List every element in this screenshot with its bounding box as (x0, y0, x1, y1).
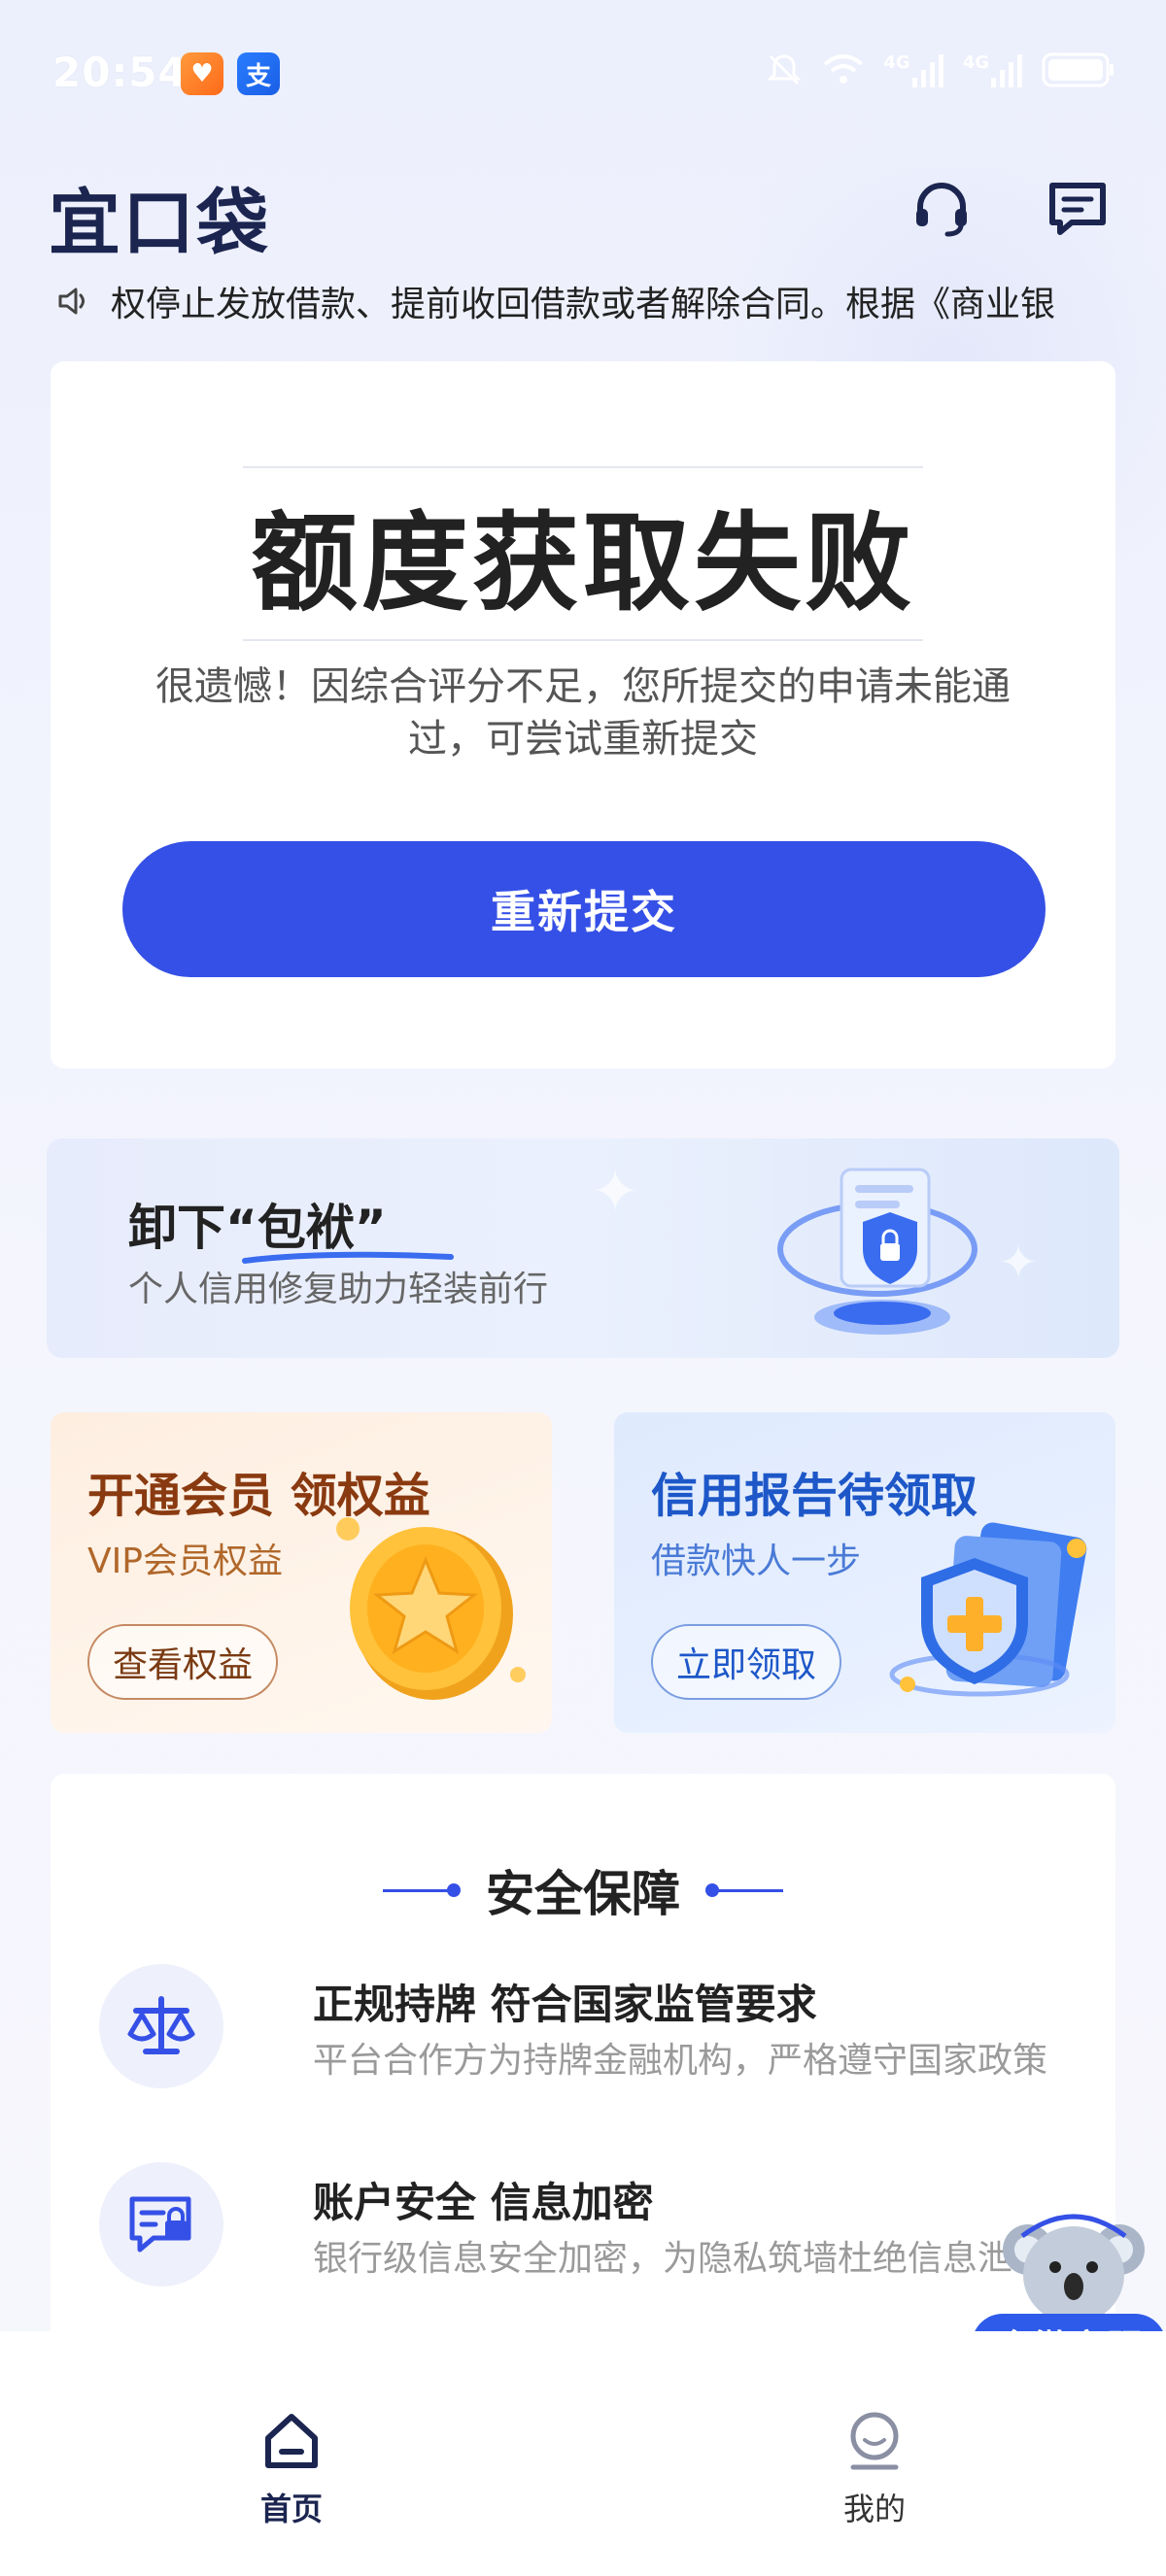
heading-line-right (705, 1882, 783, 1897)
network-label-2: 4G (962, 52, 989, 73)
repair-banner-subtitle: 个人信用修复助力轻装前行 (128, 1270, 549, 1309)
result-title-frame: 额度获取失败 (243, 466, 923, 641)
scale-icon (99, 1964, 223, 2088)
nav-mine-tab[interactable]: 我的 (777, 2409, 972, 2555)
message-icon (1049, 183, 1106, 235)
resubmit-button[interactable]: 重新提交 (122, 841, 1046, 977)
alipay-notification-icon: 支 (237, 52, 280, 95)
security-item: 账户安全 信息加密 银行级信息安全加密，为隐私筑墙杜绝信息泄 (99, 2162, 1110, 2288)
credit-repair-banner[interactable]: ✦ ✦ 卸下“包袱” 个人信用修复助力轻装前行 (47, 1138, 1119, 1358)
security-heading: 安全保障 (51, 1855, 1115, 1925)
app-notification-icon: ♥ (181, 52, 223, 95)
app-header: 宜口袋 (0, 155, 1166, 265)
wifi-icon (824, 54, 864, 84)
heading-line-left (383, 1882, 461, 1897)
result-description: 很遗憾！因综合评分不足，您所提交的申请未能通过，可尝试重新提交 (155, 664, 1011, 762)
network-type-1: 4G (883, 52, 944, 87)
speaker-icon (58, 288, 85, 315)
signal-icon (911, 54, 943, 87)
security-item-title: 账户安全 信息加密 (313, 2179, 654, 2226)
headset-icon (916, 183, 967, 237)
result-title: 额度获取失败 (251, 501, 915, 626)
battery-icon (1042, 52, 1114, 87)
mute-icon (767, 54, 802, 85)
vip-promo-card[interactable]: 开通会员 领权益 VIP会员权益 查看权益 (51, 1412, 552, 1733)
nav-home-tab[interactable]: 首页 (194, 2409, 389, 2555)
signal-icon (991, 54, 1022, 87)
status-time: 20:54 (52, 49, 188, 96)
network-type-2: 4G (963, 52, 1024, 87)
chat-lock-icon (99, 2162, 223, 2287)
credit-promo-subtitle: 借款快人一步 (651, 1542, 862, 1581)
security-item-desc: 平台合作方为持牌金融机构，严格遵守国家政策 (313, 2041, 1048, 2081)
shield-report-icon (889, 1522, 1087, 1697)
shield-document-illustration (777, 1168, 977, 1335)
bottom-navigation: 首页 我的 (0, 2331, 1166, 2576)
sparkle-decoration: ✦ (999, 1236, 1039, 1290)
view-benefits-button[interactable]: 查看权益 (87, 1624, 278, 1700)
network-label-1: 4G (883, 52, 910, 73)
sparkle-decoration: ✦ (591, 1158, 640, 1226)
security-item-desc: 银行级信息安全加密，为隐私筑墙杜绝信息泄 (313, 2239, 1013, 2279)
security-title: 安全保障 (486, 1866, 680, 1922)
notice-marquee[interactable]: 权停止发放借款、提前收回借款或者解除合同。根据《商业银 (54, 274, 1114, 328)
security-item-title: 正规持牌 符合国家监管要求 (313, 1981, 817, 2028)
security-item: 正规持牌 符合国家监管要求 平台合作方为持牌金融机构，严格遵守国家政策 (99, 1964, 1110, 2090)
claim-now-button[interactable]: 立即领取 (651, 1624, 841, 1700)
status-icons: 4G 4G (765, 51, 1115, 89)
status-bar: 20:54 ♥ 支 4G 4G (0, 0, 1166, 146)
app-logo: 宜口袋 (49, 182, 270, 265)
vip-promo-subtitle: VIP会员权益 (87, 1542, 283, 1581)
result-card: 额度获取失败 很遗憾！因综合评分不足，您所提交的申请未能通过，可尝试重新提交 重… (51, 361, 1115, 1068)
nav-home-label: 首页 (259, 2491, 323, 2527)
credit-report-promo-card[interactable]: 信用报告待领取 借款快人一步 立即领取 (614, 1412, 1115, 1733)
customer-support-button[interactable] (908, 175, 976, 243)
user-icon (850, 2412, 899, 2470)
messages-button[interactable] (1044, 175, 1112, 243)
notice-text: 权停止发放借款、提前收回借款或者解除合同。根据《商业银 (111, 285, 1056, 324)
home-icon (265, 2414, 318, 2468)
nav-mine-label: 我的 (842, 2491, 906, 2527)
star-coin-icon (336, 1517, 526, 1700)
repair-banner-title: 卸下“包袱” (128, 1200, 387, 1256)
